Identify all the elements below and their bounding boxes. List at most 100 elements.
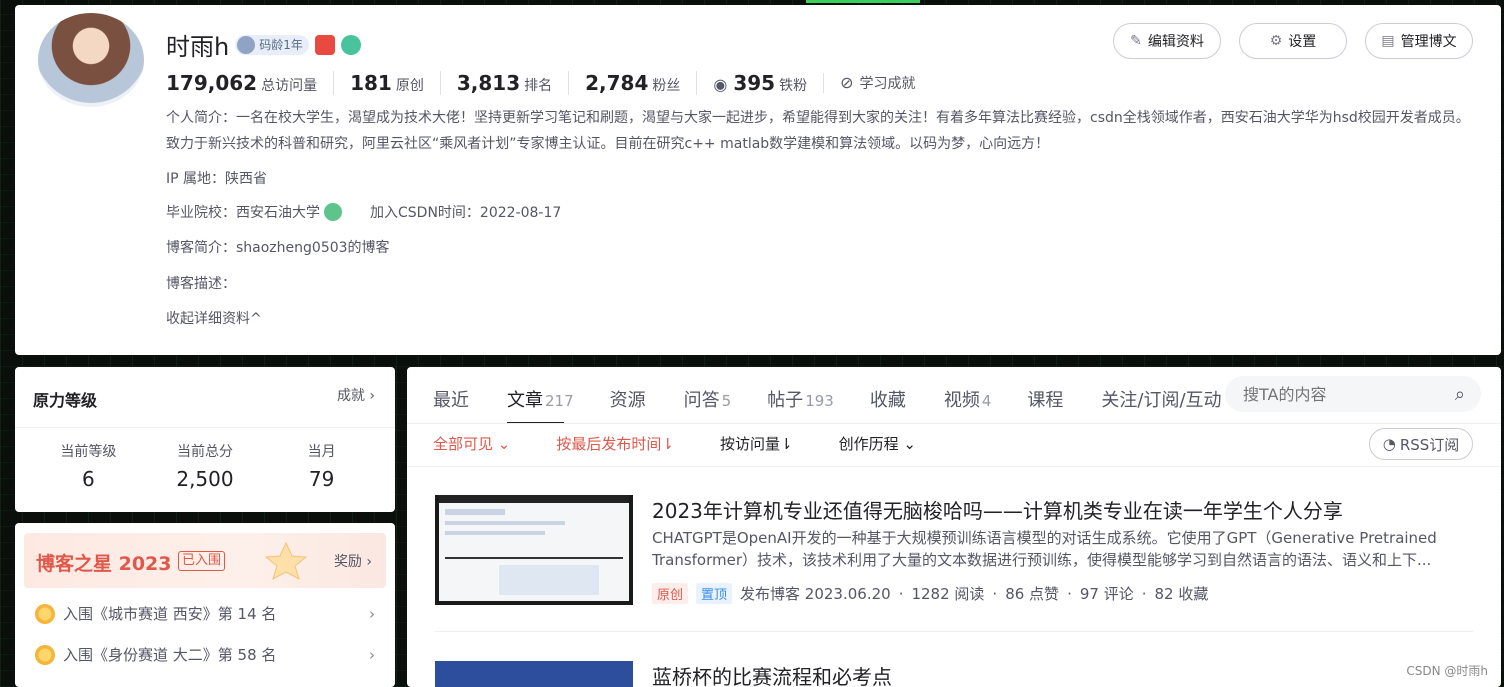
achievement-link[interactable]: 成就 › [337,385,375,405]
thumbnail-topbar [439,495,629,503]
award-badge-icon [35,644,55,665]
total-score-value: 2,500 [176,467,234,491]
tab-label: 视频 [943,390,980,411]
search-icon[interactable]: ⌕ [1455,384,1465,405]
stat-fans[interactable]: 2,784 粉丝 [568,71,696,95]
collapse-details-link[interactable]: 收起详细资料^ [166,308,262,328]
edit-icon: ✎ [1130,33,1142,49]
article-thumbnail[interactable] [435,661,633,687]
joined-text: 加入CSDN时间：2022-08-17 [370,205,562,221]
rss-label: RSS订阅 [1399,435,1460,454]
force-level-title: 原力等级 [33,391,98,410]
article-item[interactable]: 2023年计算机专业还值得无脑梭哈吗——计算机类专业在读一年学生个人分享 CHA… [435,495,1473,615]
article-title[interactable]: 蓝桥杯的比赛流程和必考点 [652,661,892,687]
stat-visits[interactable]: 179,062 总访问量 [166,71,333,95]
star-entry-label: 入围《城市赛道 西安》第 14 名 [63,605,277,623]
visibility-label: 全部可见 [433,434,494,453]
avatar[interactable] [35,10,147,110]
month-score-label: 当月 [307,444,336,460]
article-title[interactable]: 2023年计算机专业还值得无脑梭哈吗——计算机类专业在读一年学生个人分享 [652,495,1343,524]
settings-button[interactable]: ⚙ 设置 [1239,23,1347,59]
stat-iron-fans[interactable]: ◉ 395 铁粉 [696,71,823,95]
chevron-right-icon: › [369,645,375,664]
tab-qa[interactable]: 问答 5 [684,386,732,412]
tab-articles[interactable]: 文章 217 [507,386,574,424]
sort-icon: ⇂ [661,434,674,453]
sort-views-button[interactable]: 按访问量⇂ [720,433,793,454]
search-box: ⌕ [1225,376,1481,412]
stat-iron-fans-num: 395 [733,71,776,95]
manage-posts-button[interactable]: ▤ 管理博文 [1365,23,1473,59]
stat-fans-num: 2,784 [585,71,649,95]
honor-medal-icon[interactable] [340,34,361,55]
tab-label: 帖子 [767,390,804,411]
thumbnail-block [445,509,505,515]
star-entry[interactable]: 入围《身份赛道 大二》第 58 名 › [35,644,375,665]
chevron-up-icon: ^ [250,311,262,327]
month-score-value: 79 [308,467,335,491]
tab-courses[interactable]: 课程 [1027,386,1065,412]
divider [15,427,395,428]
article-item[interactable]: 蓝桥杯的比赛流程和必考点 [435,661,1473,687]
code-age-badge[interactable]: 码龄1年 [235,34,309,55]
tab-favorites[interactable]: 收藏 [870,386,908,412]
profile-stats: 179,062 总访问量 181 原创 3,813 排名 2,784 粉丝 ◉ … [166,71,932,95]
article-description: CHATGPT是OpenAI开发的一种基于大规模预训练语言模型的对话生成系统。它… [652,529,1437,569]
blog-star-card: 博客之星 2023 已入围 奖励 › 入围《城市赛道 西安》第 14 名 › 入… [15,523,395,687]
sort-views-label: 按访问量 [719,434,780,453]
sort-latest-button[interactable]: 按最后发布时间⇂ [556,433,674,454]
stat-iron-fans-label: 铁粉 [779,78,808,94]
code-age-icon [237,35,256,54]
tab-resources[interactable]: 资源 [610,386,648,412]
creation-history-dropdown[interactable]: 创作历程 ⌄ [839,433,916,454]
rank-medal-icon[interactable] [314,34,335,55]
meta-separator: · [898,584,904,603]
force-level-card: 原力等级 成就 › 当前等级 6 当前总分 2,500 当月 79 [15,367,395,512]
stat-visits-label: 总访问量 [261,78,318,94]
school-text: 毕业院校：西安石油大学 [166,205,320,221]
eye-icon: ◉ [713,75,728,94]
blog-star-title: 博客之星 2023 [36,553,172,575]
ip-location-text: IP 属地：陕西省 [166,171,268,187]
rss-icon: ◔ [1382,435,1396,453]
school-line: 毕业院校：西安石油大学 加入CSDN时间：2022-08-17 [166,202,561,222]
month-score: 当月 79 [267,441,377,491]
thumbnail-block [445,557,623,559]
favorite-count: 82 收藏 [1154,585,1209,603]
shortlisted-badge: 已入围 [178,551,226,571]
blog-desc-text: 博客描述： [166,276,236,292]
tab-recent[interactable]: 最近 [433,386,471,412]
comment-count: 97 评论 [1079,585,1134,603]
stat-original[interactable]: 181 原创 [333,71,440,95]
tab-count: 5 [721,392,732,410]
current-level-value: 6 [81,467,95,491]
star-icon [264,541,308,581]
level-stats: 当前等级 6 当前总分 2,500 当月 79 [15,441,395,491]
meta-separator: · [992,584,998,603]
learning-achievement[interactable]: ⊘ 学习成就 [823,73,931,93]
learning-achievement-label: 学习成就 [859,76,916,92]
blog-intro-text: 博客简介：shaozheng0503的博客 [166,240,390,256]
reward-link[interactable]: 奖励 › [334,551,372,571]
divider [407,466,1501,467]
blog-star-banner[interactable]: 博客之星 2023 已入围 奖励 › [24,533,386,588]
tab-videos[interactable]: 视频 4 [944,386,992,412]
visibility-dropdown[interactable]: 全部可见 ⌄ [433,433,510,454]
pinned-tag: 置顶 [696,583,733,604]
tab-posts[interactable]: 帖子 193 [767,386,834,412]
stat-rank[interactable]: 3,813 排名 [439,71,568,95]
edit-profile-button[interactable]: ✎ 编辑资料 [1113,23,1221,59]
total-score-label: 当前总分 [176,444,233,460]
article-filters: 全部可见 ⌄ 按最后发布时间⇂ 按访问量⇂ 创作历程 ⌄ [433,433,962,453]
rss-subscribe-button[interactable]: ◔ RSS订阅 [1369,428,1473,460]
star-entry-label: 入围《身份赛道 大二》第 58 名 [63,646,277,664]
total-score: 当前总分 2,500 [150,441,260,491]
stat-visits-num: 179,062 [166,71,258,95]
search-input[interactable] [1243,384,1455,404]
tab-follow[interactable]: 关注/订阅/互动 [1101,386,1223,412]
star-entry[interactable]: 入围《城市赛道 西安》第 14 名 › [35,603,375,624]
current-level-label: 当前等级 [60,444,117,460]
article-thumbnail[interactable] [435,495,633,605]
content-card: 最近 文章 217 资源 问答 5 帖子 193 收藏 视频 4 课程 关注/订阅/互动… [407,367,1501,687]
tab-label: 文章 [507,390,543,411]
